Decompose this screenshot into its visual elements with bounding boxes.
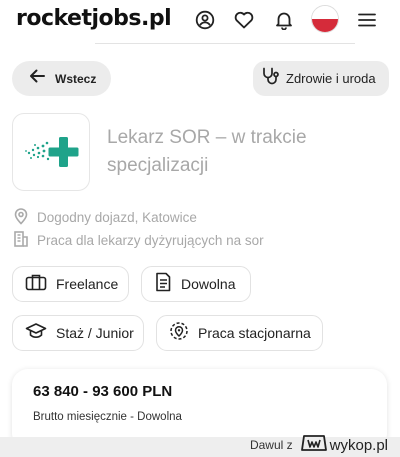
site-logo[interactable]: rocketjobs.pl xyxy=(16,6,172,31)
chip-work-mode[interactable]: Praca stacjonarna xyxy=(156,315,323,351)
chip-work-mode-label: Praca stacjonarna xyxy=(198,325,311,341)
header-divider xyxy=(95,43,355,44)
company-logo xyxy=(12,113,90,191)
language-flag-poland[interactable] xyxy=(311,5,339,33)
bell-icon[interactable] xyxy=(273,9,295,31)
location-target-icon xyxy=(169,321,189,346)
chip-work-time-label: Dowolna xyxy=(181,276,236,292)
stethoscope-icon xyxy=(261,66,281,91)
document-icon xyxy=(154,272,172,297)
category-button[interactable]: Zdrowie i uroda xyxy=(253,61,389,96)
medical-cross-logo-icon xyxy=(25,137,79,167)
heart-icon[interactable] xyxy=(233,9,255,31)
category-label: Zdrowie i uroda xyxy=(286,71,376,86)
wykop-logo-icon xyxy=(300,434,327,456)
watermark-site-label: wykop.pl xyxy=(329,436,388,454)
user-circle-icon[interactable] xyxy=(194,9,216,31)
watermark-user: Dawul z xyxy=(249,438,293,452)
briefcase-icon xyxy=(25,273,47,296)
app-screen: rocketjobs.pl Wstecz Zdrowie i uroda Lek… xyxy=(0,0,400,437)
chip-experience-level[interactable]: Staż / Junior xyxy=(12,315,144,351)
chip-contract-type[interactable]: Freelance xyxy=(12,266,129,302)
salary-subtitle: Brutto miesięcznie - Dowolna xyxy=(33,411,182,423)
job-location-row: Dogodny dojazd, Katowice xyxy=(13,207,197,227)
back-button[interactable]: Wstecz xyxy=(12,61,111,96)
salary-amount: 63 840 - 93 600 PLN xyxy=(33,383,173,400)
job-location: Dogodny dojazd, Katowice xyxy=(37,209,197,225)
building-icon xyxy=(13,230,29,250)
location-pin-icon xyxy=(13,207,29,228)
watermark: Dawul z wykop.pl xyxy=(250,435,388,455)
back-button-label: Wstecz xyxy=(55,71,97,86)
graduation-cap-icon xyxy=(25,322,47,345)
job-company-row: Praca dla lekarzy dyżyrujących na sor xyxy=(13,230,264,250)
job-title: Lekarz SOR – w trakcie specjalizacji xyxy=(107,127,307,176)
chip-experience-level-label: Staż / Junior xyxy=(56,325,134,341)
chip-contract-type-label: Freelance xyxy=(56,276,119,292)
job-company: Praca dla lekarzy dyżyrujących na sor xyxy=(37,232,264,248)
arrow-left-icon xyxy=(29,69,45,88)
top-header: rocketjobs.pl xyxy=(0,0,400,46)
watermark-site: wykop.pl xyxy=(300,434,388,456)
salary-card: 63 840 - 93 600 PLN Brutto miesięcznie -… xyxy=(12,369,387,437)
chip-work-time[interactable]: Dowolna xyxy=(141,266,251,302)
menu-icon[interactable] xyxy=(356,9,378,31)
